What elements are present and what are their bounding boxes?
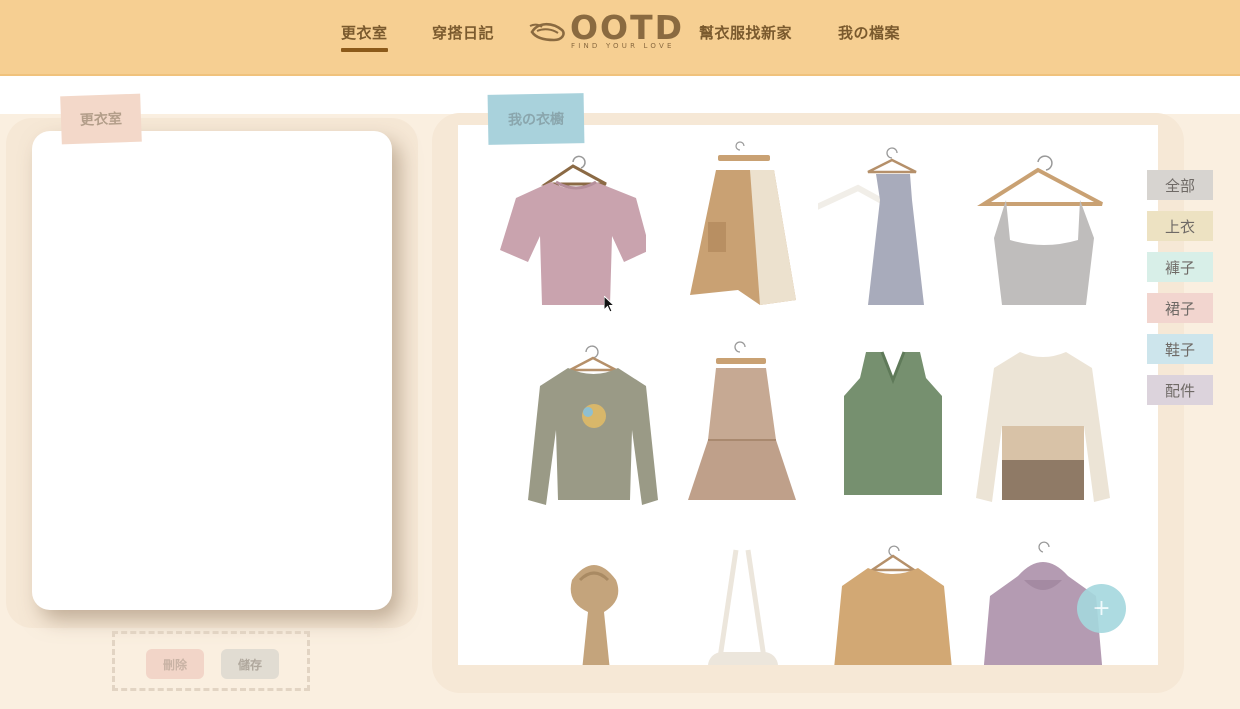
closet-item-plaid-tiered-skirt[interactable] bbox=[668, 340, 818, 510]
closet-item-khaki-asymmetric-skirt[interactable] bbox=[678, 140, 828, 310]
mouse-cursor-icon bbox=[604, 296, 616, 313]
action-button-group: 刪除 儲存 bbox=[112, 631, 310, 691]
closet-item-colorblock-sweater[interactable] bbox=[968, 340, 1118, 510]
scarf-icon bbox=[570, 565, 619, 665]
category-all-chip[interactable]: 全部 bbox=[1147, 170, 1213, 200]
closet-item-cream-crossbody-bag[interactable] bbox=[668, 540, 818, 665]
closet-grid[interactable] bbox=[458, 125, 1158, 665]
nav-item-rehome-clothes[interactable]: 幫衣服找新家 bbox=[699, 22, 792, 43]
category-shoes-chip[interactable]: 鞋子 bbox=[1147, 334, 1213, 364]
nav-item-outfit-diary[interactable]: 穿搭日記 bbox=[432, 22, 494, 43]
hanger-logo-icon bbox=[529, 22, 565, 42]
closet-item-green-knit-vest[interactable] bbox=[818, 340, 968, 510]
fitting-room-canvas[interactable] bbox=[32, 131, 392, 610]
closet-item-olive-graphic-sweatshirt[interactable] bbox=[518, 340, 668, 510]
add-item-button[interactable]: + bbox=[1077, 584, 1126, 633]
closet-item-camel-sweatshirt[interactable] bbox=[818, 540, 968, 665]
sweater-icon bbox=[976, 352, 1110, 502]
dress-icon bbox=[818, 147, 924, 305]
category-pants-chip[interactable]: 褲子 bbox=[1147, 252, 1213, 282]
skirt-icon bbox=[688, 341, 796, 500]
closet-item-pink-cropped-tshirt[interactable] bbox=[496, 140, 646, 310]
category-skirts-chip[interactable]: 裙子 bbox=[1147, 293, 1213, 323]
fitting-room-tag: 更衣室 bbox=[60, 93, 142, 145]
sweatshirt-icon bbox=[834, 545, 952, 665]
top-nav-bar: 更衣室 穿搭日記 OOTD FIND YOUR LOVE 幫衣服找新家 我の檔案 bbox=[0, 0, 1240, 76]
bag-icon bbox=[708, 549, 778, 665]
closet-tag: 我の衣櫥 bbox=[487, 93, 585, 145]
category-accessories-chip[interactable]: 配件 bbox=[1147, 375, 1213, 405]
vest-icon bbox=[844, 351, 942, 495]
delete-button[interactable]: 刪除 bbox=[146, 649, 204, 679]
nav-item-fitting-room[interactable]: 更衣室 bbox=[341, 22, 388, 52]
logo-tagline: FIND YOUR LOVE bbox=[571, 42, 675, 50]
save-button[interactable]: 儲存 bbox=[221, 649, 279, 679]
logo-wordmark: OOTD bbox=[570, 8, 685, 47]
header-spacer bbox=[0, 76, 1240, 114]
ootd-logo[interactable]: OOTD FIND YOUR LOVE bbox=[528, 10, 682, 56]
closet-item-grey-camisole[interactable] bbox=[966, 140, 1116, 310]
camisole-icon bbox=[977, 155, 1103, 305]
tshirt-icon bbox=[500, 155, 646, 305]
closet-item-knit-scarf[interactable] bbox=[518, 540, 668, 665]
category-tops-chip[interactable]: 上衣 bbox=[1147, 211, 1213, 241]
skirt-icon bbox=[690, 141, 796, 305]
sweatshirt-icon bbox=[528, 345, 658, 505]
closet-item-grey-slip-dress[interactable] bbox=[818, 140, 968, 310]
nav-item-my-profile[interactable]: 我の檔案 bbox=[838, 22, 900, 43]
